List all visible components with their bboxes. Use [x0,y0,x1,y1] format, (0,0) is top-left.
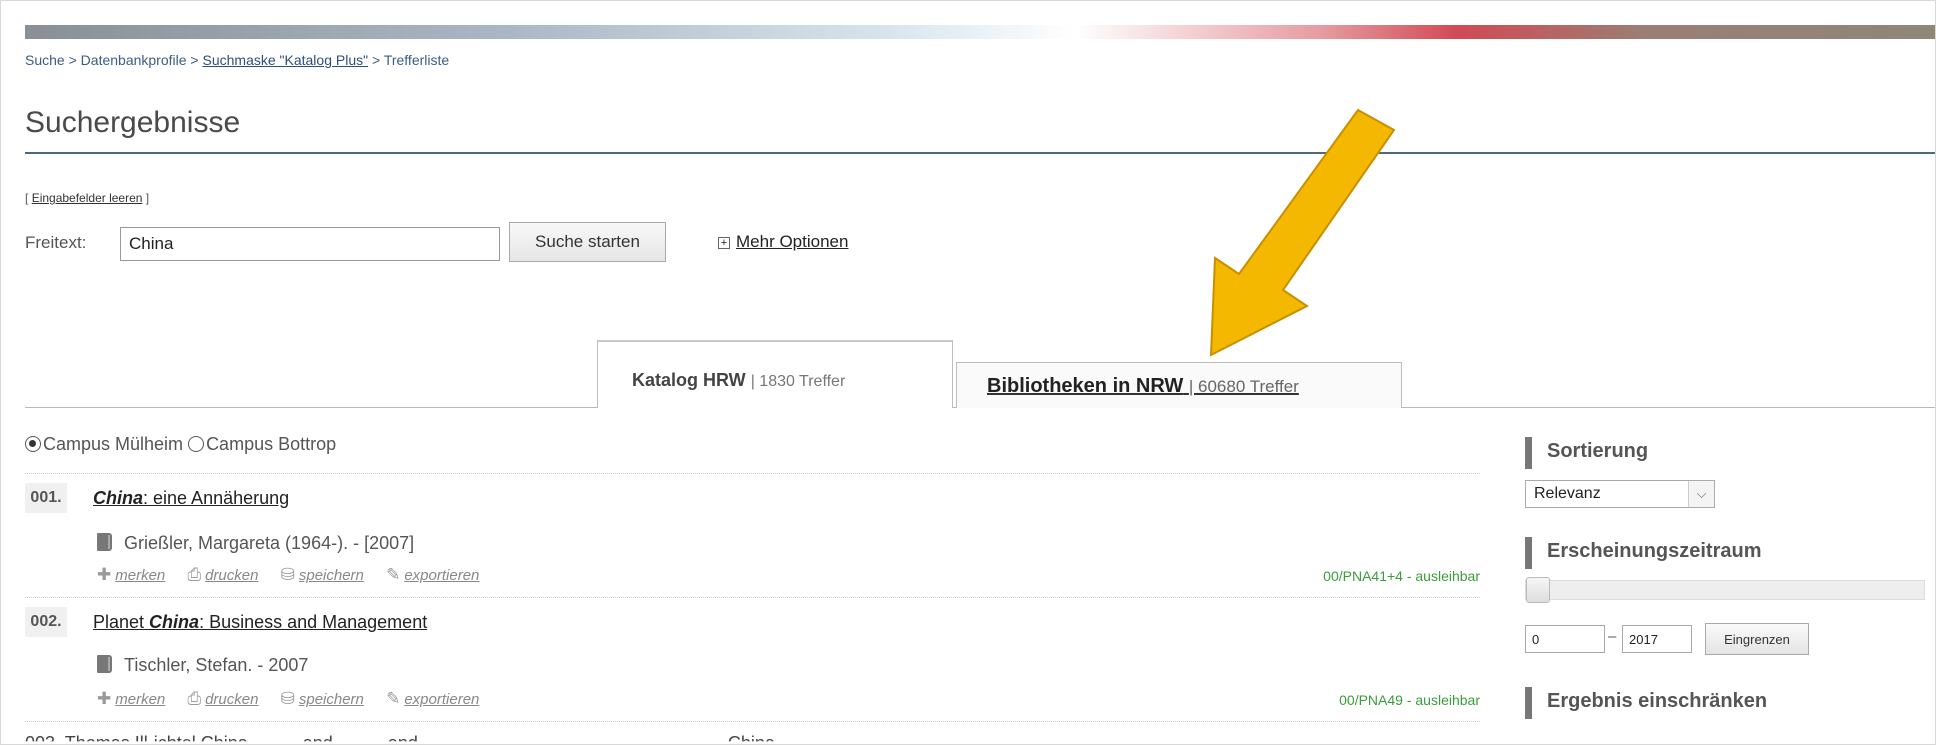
radio-campus-muelheim[interactable] [25,436,41,452]
freitext-label: Freitext: [25,233,87,252]
exportieren-action[interactable]: ✎ exportieren [386,689,479,709]
result-separator [25,721,1480,722]
restrict-heading: Ergebnis einschränken [1525,687,1767,719]
radio-label: Campus Mülheim [43,434,184,454]
result-separator [25,473,1480,474]
period-slider[interactable] [1525,577,1925,603]
tab-label: Bibliotheken in NRW [987,375,1184,397]
limit-button[interactable]: Eingrenzen [1705,623,1809,655]
tab-label: Katalog HRW [632,370,746,390]
chevron-down-icon: ⌵ [1688,481,1714,507]
drucken-action[interactable]: ⎙ drucken [187,689,258,709]
breadcrumb-item-trefferliste: Trefferliste [383,52,450,68]
expand-plus-icon: + [718,236,730,249]
radio-label: Campus Bottrop [206,434,337,454]
drucken-action[interactable]: ⎙ drucken [187,565,258,585]
radio-campus-bottrop[interactable] [188,436,205,452]
save-icon: ⛁ [280,565,295,584]
result-number: 002. [25,607,67,637]
title-divider [25,152,1935,154]
period-heading: Erscheinungszeitraum [1525,537,1762,569]
printer-icon: ⎙ [187,565,202,584]
search-input[interactable] [120,227,500,261]
breadcrumb: Suche > Datenbankprofile > Suchmaske "Ka… [25,52,450,68]
book-icon [97,533,112,551]
result-item: 002. Planet China: Business and Manageme… [25,607,1480,719]
result-actions: ✚ merken ⎙ drucken ⛁ speichern ✎ exportieren [97,565,497,585]
result-actions: ✚ merken ⎙ drucken ⛁ speichern ✎ exportieren [97,689,497,709]
save-icon: ⛁ [280,689,295,708]
more-options-toggle[interactable]: + Mehr Optionen [718,232,848,252]
tab-katalog-hrw[interactable]: Katalog HRW | 1830 Treffer [597,340,953,408]
year-to-input[interactable] [1622,625,1692,653]
result-title-link[interactable]: China: eine Annäherung [93,488,289,509]
merken-action[interactable]: ✚ merken [97,565,165,585]
clear-fields-link[interactable]: Eingabefelder leeren [32,191,143,205]
availability-status: 00/PNA49 - ausleihbar [1339,692,1480,708]
year-dash: – [1608,628,1617,645]
exportieren-action[interactable]: ✎ exportieren [386,565,479,585]
book-icon [97,655,112,673]
slider-handle[interactable] [1526,577,1550,603]
sort-heading: Sortierung [1525,437,1648,469]
export-icon: ✎ [386,565,401,584]
sort-select[interactable]: Relevanz ⌵ [1525,480,1715,508]
availability-status: 00/PNA41+4 - ausleihbar [1323,568,1480,584]
merken-action[interactable]: ✚ merken [97,689,165,709]
result-title-link[interactable]: Planet China: Business and Management [93,612,427,633]
page-title: Suchergebnisse [25,106,241,139]
yellow-arrow-annotation [1209,108,1396,357]
breadcrumb-item-suchmaske[interactable]: Suchmaske "Katalog Plus" [203,52,369,68]
printer-icon: ⎙ [187,689,202,708]
search-button[interactable]: Suche starten [509,222,666,262]
plus-cross-icon: ✚ [97,689,112,708]
tab-count: | 1830 Treffer [750,373,846,390]
breadcrumb-item-datenbankprofile[interactable]: Datenbankprofile [81,52,187,68]
campus-selector: Campus Mülheim Campus Bottrop [25,434,336,455]
plus-cross-icon: ✚ [97,565,112,584]
result-author: Grießler, Margareta (1964-). - [2007] [97,533,414,554]
tab-bibliotheken-nrw[interactable]: Bibliotheken in NRW | 60680 Treffer [956,362,1402,408]
speichern-action[interactable]: ⛁ speichern [281,565,364,585]
tab-count: | 60680 Treffer [1188,377,1299,396]
result-number: 001. [25,483,67,513]
export-icon: ✎ [386,689,401,708]
clear-fields: [ Eingabefelder leeren ] [25,191,150,205]
result-item: 001. China: eine Annäherung Grießler, Ma… [25,483,1480,595]
year-from-input[interactable] [1525,625,1605,653]
result-separator [25,597,1480,598]
arrow-shape [1209,108,1396,357]
breadcrumb-item-suche[interactable]: Suche [25,52,65,68]
header-gradient-bar [25,25,1935,39]
speichern-action[interactable]: ⛁ speichern [281,689,364,709]
result-author: Tischler, Stefan. - 2007 [97,655,308,676]
